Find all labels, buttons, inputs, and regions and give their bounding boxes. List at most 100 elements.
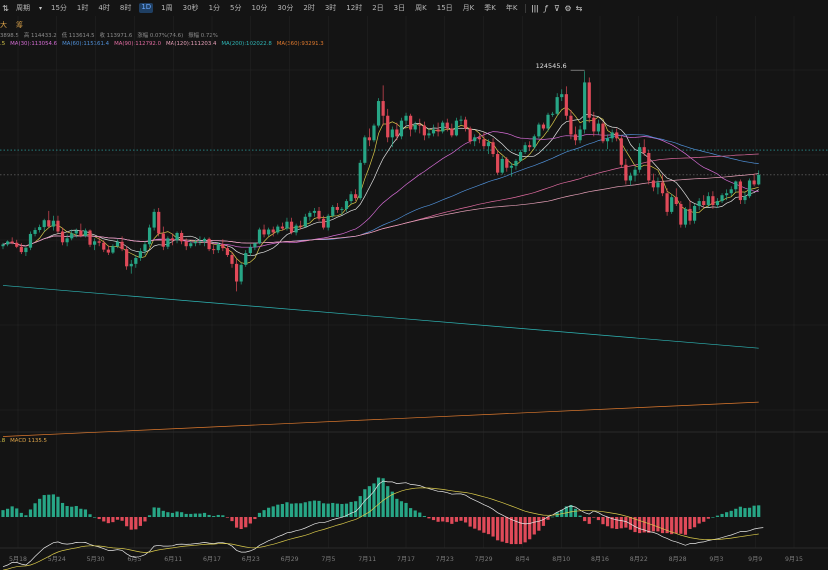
candle — [436, 122, 440, 137]
candle-body — [143, 244, 147, 252]
candle — [491, 138, 495, 157]
macd-bar — [523, 517, 527, 543]
candle-body — [486, 142, 491, 147]
macd-bar — [312, 500, 317, 517]
candle-body — [491, 142, 495, 155]
candle — [500, 155, 504, 175]
candle-body — [518, 152, 523, 161]
candle-body — [615, 132, 619, 139]
candle-body — [459, 119, 463, 121]
candle-body — [349, 194, 353, 202]
candle-body — [299, 225, 303, 227]
candle-body — [601, 123, 605, 142]
macd-bar — [15, 508, 19, 517]
candle-body — [633, 169, 637, 176]
macd-bar — [230, 517, 234, 522]
macd-bar — [115, 517, 120, 520]
candle — [431, 124, 436, 137]
candle-body — [587, 82, 591, 118]
candle-body — [74, 230, 78, 234]
macd-bar — [42, 495, 46, 517]
macd-bar — [468, 517, 472, 527]
candle-body — [115, 241, 120, 247]
candle — [518, 150, 523, 162]
candle-body — [138, 251, 142, 258]
candle-body — [605, 138, 610, 142]
macd-bar — [202, 512, 207, 517]
macd-bar — [180, 512, 184, 517]
candle-body — [683, 208, 688, 225]
x-tick-label: 5月18 — [9, 556, 27, 563]
macd-bar — [271, 506, 275, 517]
candle-body — [38, 227, 42, 231]
candle — [459, 115, 463, 125]
candle-body — [477, 137, 481, 140]
macd-bar — [221, 515, 225, 517]
macd-bar — [647, 517, 651, 533]
candle-body — [496, 154, 500, 173]
x-tick-label: 7月5 — [321, 556, 335, 563]
candlestick-chart[interactable]: 124545.6 5月18 5月24 5月30 6月5 6月11 6月17 6月23 6月29 7… — [0, 0, 828, 570]
candle — [711, 191, 715, 209]
macd-bar — [97, 517, 101, 520]
macd-bar — [427, 517, 431, 519]
candle-body — [166, 238, 170, 247]
candle-body — [60, 231, 65, 243]
x-tick-label: 9月9 — [748, 556, 762, 563]
candle — [560, 89, 564, 102]
macd-bar — [734, 508, 738, 517]
candle-body — [569, 115, 573, 135]
candle — [166, 236, 170, 250]
candle-body — [51, 220, 55, 227]
macd-bar — [372, 483, 376, 517]
candle-body — [436, 129, 440, 132]
candle — [212, 245, 216, 255]
candle-body — [28, 233, 33, 248]
candle-body — [367, 137, 371, 141]
macd-bar — [528, 517, 532, 540]
candle-body — [660, 182, 665, 194]
candle-body — [147, 227, 152, 245]
macd-bar — [257, 512, 262, 517]
macd-bar — [706, 517, 710, 519]
candle — [528, 141, 532, 152]
macd-bar — [170, 512, 175, 517]
candle-body — [303, 216, 307, 227]
candle-body — [427, 133, 431, 136]
macd-bar — [638, 517, 642, 534]
macd-bar — [473, 517, 477, 529]
macd-bar — [331, 502, 335, 517]
candle — [239, 262, 243, 285]
macd-bar — [152, 507, 156, 517]
candle-body — [363, 137, 367, 163]
candle-body — [743, 196, 747, 201]
candle-body — [409, 115, 413, 130]
candle-body — [578, 129, 582, 141]
candle-body — [312, 210, 317, 213]
macd-bar — [157, 507, 161, 517]
macd-bar — [106, 517, 110, 524]
candle — [729, 186, 733, 197]
x-tick-label: 7月11 — [358, 556, 376, 563]
macd-bar — [651, 517, 655, 532]
macd-bar — [541, 517, 546, 526]
macd-bar — [615, 517, 619, 529]
candle-body — [152, 211, 156, 228]
candle-body — [372, 125, 376, 141]
candle-body — [450, 128, 454, 136]
candle — [60, 227, 65, 246]
macd-bar — [74, 506, 78, 517]
macd-bar — [363, 489, 367, 517]
candle-body — [674, 197, 678, 205]
candle-body — [1, 244, 5, 247]
candle — [138, 248, 142, 261]
macd-bar — [161, 510, 165, 517]
macd-bar — [505, 517, 509, 544]
macd-bar — [573, 508, 578, 517]
macd-bar — [299, 503, 303, 517]
candle — [207, 237, 211, 252]
candle-body — [88, 230, 92, 245]
macd-histogram — [1, 477, 761, 545]
candle — [514, 158, 518, 170]
macd-bar — [738, 506, 742, 517]
